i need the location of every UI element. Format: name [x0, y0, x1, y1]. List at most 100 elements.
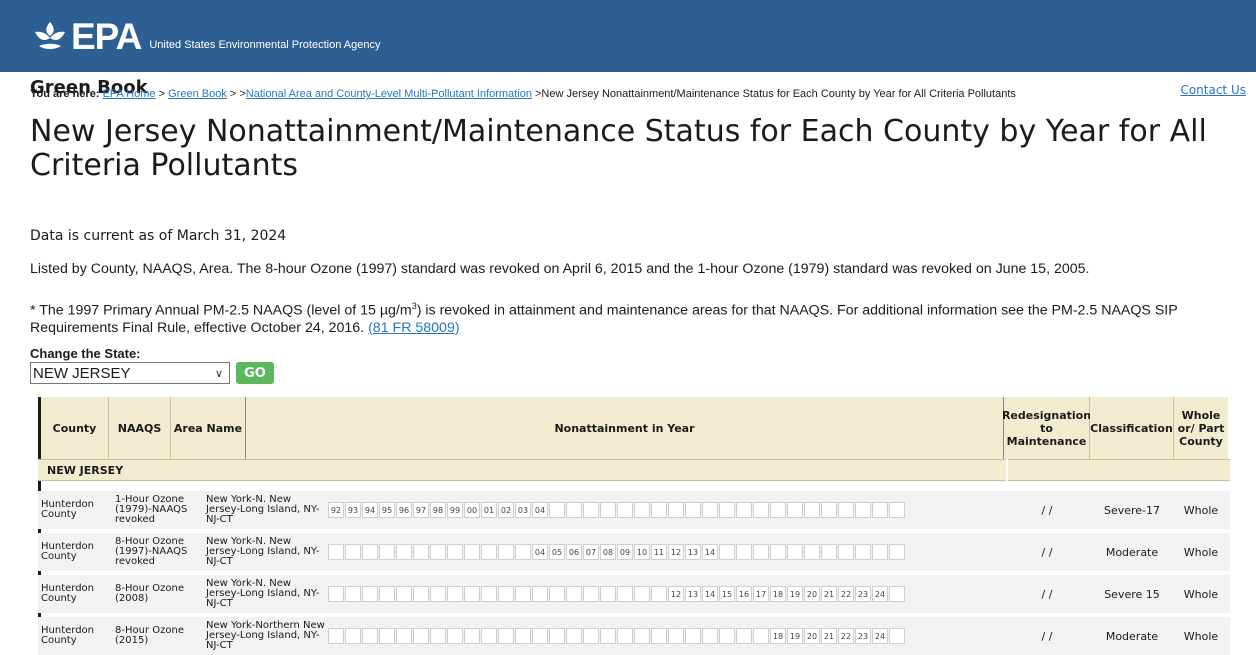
- cell-area-name: New York-N. New Jersey-Long Island, NY-N…: [206, 578, 320, 609]
- header-whole-part: Whole or/ Part County: [1174, 397, 1228, 459]
- year-box: [498, 628, 514, 644]
- year-box: [600, 586, 616, 602]
- breadcrumb-national-info[interactable]: National Area and County-Level Multi-Pol…: [246, 88, 532, 100]
- table-body: Hunterdon County 1-Hour Ozone (1979)-NAAQ…: [38, 491, 1230, 655]
- epa-banner: EPA United States Environmental Protecti…: [0, 0, 1256, 72]
- cell-years: 92 93 94 95 96 97 98 99 00 01 02 03 04: [326, 491, 1004, 529]
- year-box: [328, 544, 344, 560]
- year-box: [668, 628, 684, 644]
- year-box: [787, 502, 803, 518]
- year-box: 22: [838, 586, 854, 602]
- cell-naaqs: 8-Hour Ozone (2008): [115, 583, 184, 604]
- year-box: 92: [328, 502, 344, 518]
- cell-redesignation: / /: [1041, 629, 1053, 643]
- year-box: [549, 586, 565, 602]
- year-box: [396, 544, 412, 560]
- cell-whole-part: Whole: [1183, 545, 1219, 559]
- year-box: [566, 628, 582, 644]
- cell-years: 18 19 20 21 22 23 24: [326, 617, 1004, 655]
- year-box: 17: [753, 586, 769, 602]
- year-box: 16: [736, 586, 752, 602]
- year-box: [753, 544, 769, 560]
- cell-redesignation: / /: [1041, 545, 1053, 559]
- year-box: [447, 586, 463, 602]
- breadcrumb: You are here: EPA Home > Green Book > >N…: [30, 88, 1016, 100]
- cell-area-name: New York-N. New Jersey-Long Island, NY-N…: [206, 494, 320, 525]
- year-box: [702, 502, 718, 518]
- year-box: 98: [430, 502, 446, 518]
- year-box: 12: [668, 544, 684, 560]
- header-area-name: Area Name: [171, 397, 246, 459]
- info-paragraph-1: Listed by County, NAAQS, Area. The 8-hou…: [30, 261, 1090, 277]
- epa-logo[interactable]: EPA United States Environmental Protecti…: [33, 18, 380, 55]
- year-box: [753, 502, 769, 518]
- state-select[interactable]: NEW JERSEY ∨: [30, 362, 230, 384]
- year-box: [872, 544, 888, 560]
- year-box: [549, 628, 565, 644]
- fr-link[interactable]: (81 FR 58009): [368, 320, 459, 336]
- year-box: [379, 586, 395, 602]
- table-row: Hunterdon County 8-Hour Ozone (1997)-NAAQ…: [38, 533, 1230, 571]
- year-box: [634, 628, 650, 644]
- year-box: [651, 586, 667, 602]
- header-naaqs: NAAQS: [109, 397, 171, 459]
- year-box: [719, 502, 735, 518]
- year-box: 99: [447, 502, 463, 518]
- breadcrumb-prefix: You are here:: [30, 88, 100, 100]
- year-box: 20: [804, 628, 820, 644]
- cell-county: Hunterdon County: [41, 625, 95, 646]
- year-box: [413, 544, 429, 560]
- year-box: [736, 502, 752, 518]
- year-box: [838, 502, 854, 518]
- state-group-name: NEW JERSEY: [38, 459, 1006, 481]
- year-box: 93: [345, 502, 361, 518]
- year-box: [804, 502, 820, 518]
- year-box: 14: [702, 586, 718, 602]
- year-box: [685, 628, 701, 644]
- year-box: 05: [549, 544, 565, 560]
- year-box: [617, 586, 633, 602]
- year-box: [515, 628, 531, 644]
- year-box: [566, 586, 582, 602]
- year-box: [617, 502, 633, 518]
- year-box: 09: [617, 544, 633, 560]
- cell-classification: Severe-17: [1103, 503, 1161, 517]
- cell-naaqs: 8-Hour Ozone (2015): [115, 625, 184, 646]
- year-box: [719, 544, 735, 560]
- year-box: [566, 502, 582, 518]
- year-box: [447, 544, 463, 560]
- year-box: [889, 544, 905, 560]
- go-button[interactable]: GO: [236, 362, 274, 384]
- year-box: 22: [838, 628, 854, 644]
- year-box: 07: [583, 544, 599, 560]
- year-box: [719, 628, 735, 644]
- cell-whole-part: Whole: [1183, 503, 1219, 517]
- year-box: [736, 628, 752, 644]
- year-box: [685, 502, 701, 518]
- year-box: [532, 628, 548, 644]
- year-box: [328, 586, 344, 602]
- cell-classification: Moderate: [1105, 629, 1159, 643]
- year-box: 23: [855, 628, 871, 644]
- year-box: 08: [600, 544, 616, 560]
- year-box: [379, 628, 395, 644]
- year-box: [855, 502, 871, 518]
- year-box: 96: [396, 502, 412, 518]
- year-box: [583, 586, 599, 602]
- year-box: 19: [787, 628, 803, 644]
- year-box: [430, 544, 446, 560]
- year-box: [481, 544, 497, 560]
- year-box: 12: [668, 586, 684, 602]
- contact-us-link[interactable]: Contact Us: [1180, 83, 1246, 97]
- breadcrumb-epa-home[interactable]: EPA Home: [103, 88, 156, 100]
- year-box: [413, 586, 429, 602]
- header-redesignation: Redesignation to Maintenance: [1002, 397, 1091, 459]
- cell-classification: Moderate: [1105, 545, 1159, 559]
- year-box: 19: [787, 586, 803, 602]
- cell-area-name: New York-Northern New Jersey-Long Island…: [206, 620, 325, 651]
- year-box: 24: [872, 628, 888, 644]
- breadcrumb-green-book[interactable]: Green Book: [168, 88, 227, 100]
- year-box: [362, 628, 378, 644]
- table-row: Hunterdon County 1-Hour Ozone (1979)-NAAQ…: [38, 491, 1230, 529]
- header-county: County: [41, 397, 109, 459]
